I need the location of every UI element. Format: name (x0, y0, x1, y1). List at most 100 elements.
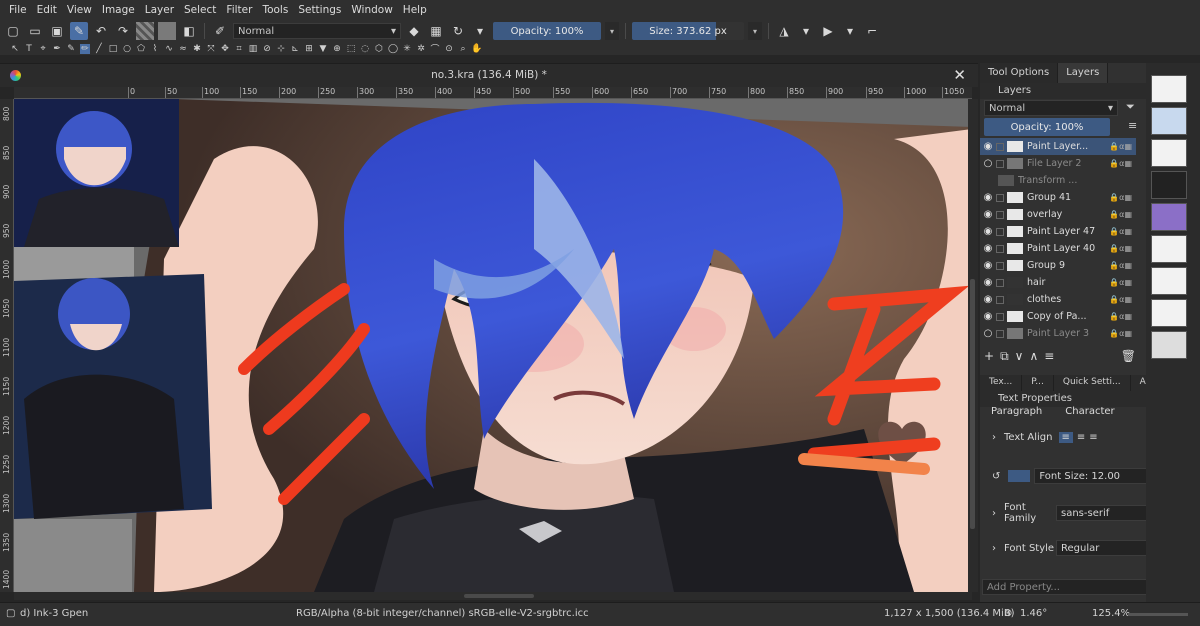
filter-icon[interactable]: ⏷ (1126, 100, 1135, 114)
font-size-slider-fill[interactable] (1008, 470, 1031, 482)
contiguous-select-icon[interactable]: ✳ (402, 44, 412, 54)
visibility-eye-icon[interactable]: ◉ (980, 243, 996, 254)
measure-tool-icon[interactable]: ⊾ (290, 44, 300, 54)
layer-flags-icon[interactable]: 🔒α▦ (1100, 278, 1136, 287)
line-tool-icon[interactable]: ╱ (94, 44, 104, 54)
layer-checkbox[interactable] (996, 210, 1004, 219)
layer-checkbox[interactable] (996, 329, 1004, 338)
reset-icon[interactable]: ↺ (992, 471, 1000, 482)
redo-icon[interactable]: ↷ (114, 22, 132, 40)
layer-flags-icon[interactable]: 🔒α▦ (1100, 244, 1136, 253)
layer-flags-icon[interactable]: 🔒α▦ (1100, 159, 1136, 168)
calligraphy-icon[interactable]: ✒ (52, 44, 62, 54)
tab-layers[interactable]: Layers (1058, 63, 1109, 83)
pattern-icon[interactable] (158, 22, 176, 40)
layer-flags-icon[interactable]: 🔒α▦ (1100, 210, 1136, 219)
wrap-around-icon[interactable]: ⌐ (863, 22, 881, 40)
layer-properties-icon[interactable]: ≡ (1044, 349, 1054, 363)
rotation-icon[interactable]: ⊛ (1004, 608, 1012, 619)
freehand-select-icon[interactable]: ◯ (388, 44, 398, 54)
visibility-eye-icon[interactable]: ○ (980, 158, 996, 169)
menu-edit[interactable]: Edit (32, 4, 62, 16)
layer-checkbox[interactable] (996, 261, 1004, 270)
layer-row[interactable]: ◉ hair 🔒α▦ (980, 274, 1136, 291)
visibility-eye-icon[interactable]: ◉ (980, 192, 996, 203)
horizontal-scrollbar[interactable] (14, 592, 972, 600)
eraser-icon[interactable]: ◆ (405, 22, 423, 40)
menu-tools[interactable]: Tools (257, 4, 293, 16)
polyline-tool-icon[interactable]: ⌇ (150, 44, 160, 54)
brush-preset-thumbnail[interactable] (1151, 331, 1187, 359)
layer-row[interactable]: ◉ Paint Layer 47 🔒α▦ (980, 223, 1136, 240)
layer-flags-icon[interactable]: 🔒α▦ (1100, 329, 1136, 338)
add-property-dropdown[interactable]: Add Property... (982, 579, 1172, 595)
size-spin-icon[interactable]: ▾ (748, 22, 762, 40)
brush-preset-icon[interactable]: ✐ (211, 22, 229, 40)
layer-opacity-slider[interactable]: Opacity: 100% (984, 118, 1110, 136)
edit-shapes-icon[interactable]: ⌖ (38, 44, 48, 54)
multibrush-icon[interactable]: ✱ (192, 44, 202, 54)
fg-bg-color-icon[interactable]: ◧ (180, 22, 198, 40)
align-center-icon[interactable]: ≡ (1077, 432, 1085, 443)
text-tool-icon[interactable]: T (24, 44, 34, 54)
layer-checkbox[interactable] (996, 159, 1004, 168)
rectangle-tool-icon[interactable]: □ (108, 44, 118, 54)
close-icon[interactable]: ✕ (953, 66, 966, 84)
layer-flags-icon[interactable]: 🔒α▦ (1100, 227, 1136, 236)
brush-preset-thumbnail[interactable] (1151, 235, 1187, 263)
undo-icon[interactable]: ↶ (92, 22, 110, 40)
menu-settings[interactable]: Settings (293, 4, 346, 16)
chevron-right-icon[interactable]: › (992, 432, 996, 443)
vertical-scrollbar[interactable] (968, 99, 978, 592)
menu-window[interactable]: Window (346, 4, 397, 16)
layer-checkbox[interactable] (996, 142, 1004, 151)
menu-filter[interactable]: Filter (221, 4, 257, 16)
menu-file[interactable]: File (4, 4, 32, 16)
layer-flags-icon[interactable]: 🔒α▦ (1100, 295, 1136, 304)
dynamic-brush-icon[interactable]: ✏ (80, 43, 90, 54)
tab-tool-options[interactable]: Tool Options (980, 63, 1059, 83)
align-left-icon[interactable]: ≡ (1058, 432, 1073, 443)
zoom-value[interactable]: 125.4% (1092, 608, 1130, 619)
tab-p[interactable]: P... (1022, 375, 1054, 391)
layer-checkbox[interactable] (996, 278, 1004, 287)
delete-layer-icon[interactable]: 🗑 (1121, 349, 1136, 363)
brush-preset-thumbnail[interactable] (1151, 171, 1187, 199)
new-document-icon[interactable]: ▢ (4, 22, 22, 40)
menu-icon[interactable]: ≡ (1128, 119, 1137, 132)
layer-flags-icon[interactable]: 🔒α▦ (1100, 193, 1136, 202)
chevron-down-icon[interactable]: ▾ (841, 22, 859, 40)
reference-tool-icon[interactable]: ⊞ (304, 44, 314, 54)
layer-checkbox[interactable] (996, 244, 1004, 253)
smart-patch-icon[interactable]: ⊕ (332, 44, 342, 54)
layer-row[interactable]: ◉ Paint Layer 40 🔒α▦ (980, 240, 1136, 257)
add-layer-icon[interactable]: + (984, 349, 994, 363)
layer-flags-icon[interactable]: 🔒α▦ (1100, 261, 1136, 270)
crop-tool-icon[interactable]: ⌗ (234, 44, 244, 54)
brush-preset-thumbnail[interactable] (1151, 203, 1187, 231)
opacity-spin-icon[interactable]: ▾ (605, 22, 619, 40)
drawing-canvas[interactable] (14, 99, 972, 592)
blend-mode-dropdown[interactable]: Normal ▾ (233, 23, 401, 39)
menu-layer[interactable]: Layer (140, 4, 179, 16)
layer-checkbox[interactable] (996, 193, 1004, 202)
alpha-lock-icon[interactable]: ▦ (427, 22, 445, 40)
ellipse-select-icon[interactable]: ◌ (360, 44, 370, 54)
layer-row[interactable]: ◉ overlay 🔒α▦ (980, 206, 1136, 223)
transform-tool-icon[interactable]: ⤧ (206, 44, 216, 54)
polygon-select-icon[interactable]: ⬡ (374, 44, 384, 54)
visibility-eye-icon[interactable]: ◉ (980, 226, 996, 237)
move-down-icon[interactable]: ∨ (1015, 349, 1024, 363)
pan-tool-icon[interactable]: ✋ (471, 44, 482, 54)
similar-select-icon[interactable]: ✲ (416, 44, 426, 54)
layer-blend-dropdown[interactable]: Normal ▾ (984, 100, 1118, 116)
layer-row[interactable]: ◉ clothes 🔒α▦ (980, 291, 1136, 308)
duplicate-layer-icon[interactable]: ⧉ (1000, 349, 1009, 364)
menu-image[interactable]: Image (97, 4, 140, 16)
layer-flags-icon[interactable]: 🔒α▦ (1100, 312, 1136, 321)
mirror-horizontal-icon[interactable]: ◮ (775, 22, 793, 40)
brush-preset-thumbnail[interactable] (1151, 75, 1187, 103)
layer-row[interactable]: Transform ... (980, 172, 1136, 189)
layer-row[interactable]: ◉ Copy of Pa... 🔒α▦ (980, 308, 1136, 325)
visibility-eye-icon[interactable]: ◉ (980, 260, 996, 271)
